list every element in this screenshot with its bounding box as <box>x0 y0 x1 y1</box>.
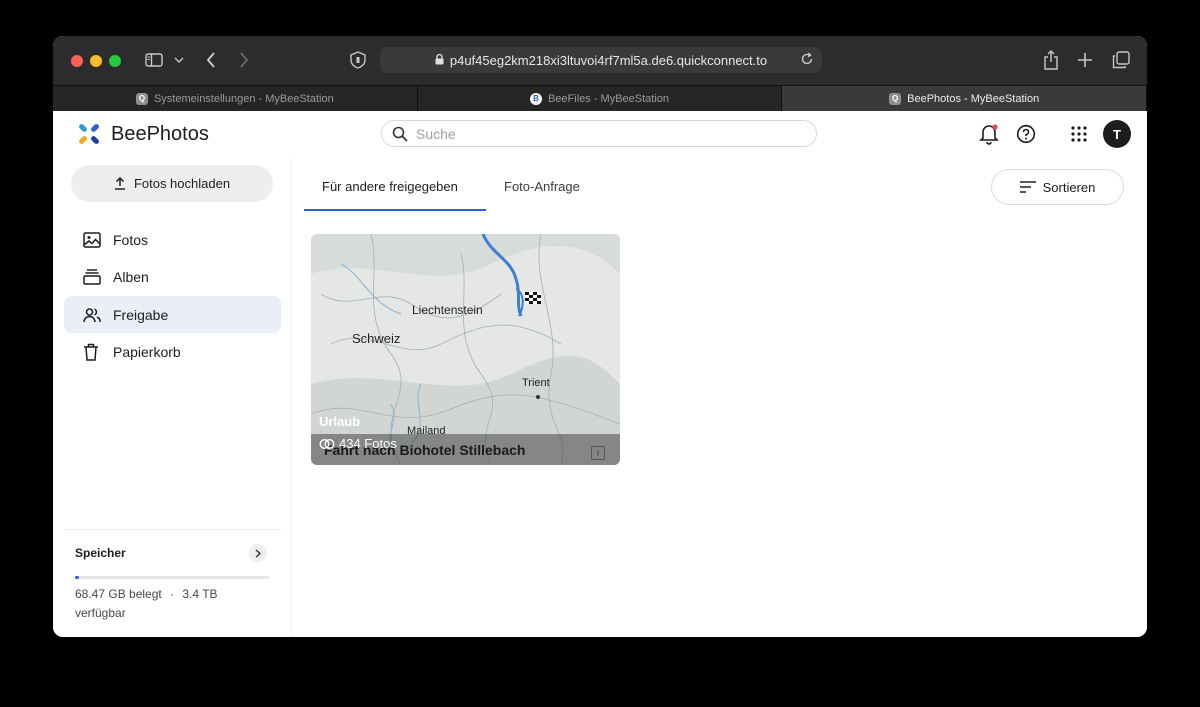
browser-window: p4uf45eg2km218xi3ltuvoi4rf7ml5a.de6.quic… <box>53 36 1147 637</box>
address-bar[interactable]: p4uf45eg2km218xi3ltuvoi4rf7ml5a.de6.quic… <box>380 47 822 73</box>
tab-label: BeePhotos - MyBeeStation <box>907 92 1040 105</box>
search-input[interactable] <box>414 124 798 143</box>
sort-icon <box>1019 181 1036 193</box>
album-icon <box>83 268 103 285</box>
reload-icon[interactable] <box>800 52 814 69</box>
forward-arrow-icon[interactable] <box>236 49 252 71</box>
url-text: p4uf45eg2km218xi3ltuvoi4rf7ml5a.de6.quic… <box>449 52 768 68</box>
active-tab-indicator <box>304 209 486 211</box>
sort-button[interactable]: Sortieren <box>991 169 1124 205</box>
album-title: Urlaub <box>319 414 361 429</box>
search-icon <box>392 126 408 142</box>
sidebar-toggle-icon[interactable] <box>143 49 165 71</box>
storage-progress-bar <box>75 576 269 579</box>
sidebar-item-fotos[interactable]: Fotos <box>64 221 281 258</box>
storage-used: 68.47 GB belegt <box>75 587 162 601</box>
tab-systemeinstellungen[interactable]: Q Systemeinstellungen - MyBeeStation <box>53 85 418 111</box>
storage-title: Speicher <box>75 546 126 560</box>
app-name: BeePhotos <box>111 122 209 145</box>
zoom-window-button[interactable] <box>109 55 121 67</box>
help-icon[interactable] <box>1014 122 1038 146</box>
tab-photo-request[interactable]: Foto-Anfrage <box>504 179 580 194</box>
share-icon[interactable] <box>1041 49 1061 71</box>
album-count: 434 Fotos <box>319 436 397 451</box>
q-icon: Q <box>135 92 148 105</box>
storage-separator: · <box>170 587 175 601</box>
lock-icon <box>435 53 444 68</box>
new-tab-icon[interactable] <box>1075 49 1095 71</box>
chevron-down-icon[interactable] <box>172 49 186 71</box>
upload-photos-button[interactable]: Fotos hochladen <box>71 165 273 202</box>
sidebar-border <box>291 158 292 637</box>
beephotos-app: BeePhotos T Fotos hochladen <box>53 111 1147 637</box>
shared-link-icon <box>319 438 335 449</box>
trash-icon <box>83 343 103 361</box>
close-window-button[interactable] <box>71 55 83 67</box>
bell-icon[interactable] <box>977 122 1001 146</box>
map-label: Liechtenstein <box>412 303 483 317</box>
map-thumbnail <box>311 234 620 465</box>
sidebar-item-label: Papierkorb <box>113 343 181 360</box>
storage-progress-fill <box>75 576 79 579</box>
sidebar-item-freigabe[interactable]: Freigabe <box>64 296 281 333</box>
tab-label: Systemeinstellungen - MyBeeStation <box>153 92 334 105</box>
title-bar: p4uf45eg2km218xi3ltuvoi4rf7ml5a.de6.quic… <box>53 36 1147 85</box>
apps-grid-icon[interactable] <box>1067 122 1091 146</box>
image-icon <box>83 231 103 248</box>
upload-icon <box>114 177 125 190</box>
back-arrow-icon[interactable] <box>203 49 219 71</box>
info-icon[interactable]: i <box>591 446 605 460</box>
tab-beephotos[interactable]: Q BeePhotos - MyBeeStation <box>782 85 1147 111</box>
beephotos-logo-icon <box>79 124 99 144</box>
finish-flag-icon <box>525 292 541 304</box>
upload-label: Fotos hochladen <box>133 176 231 191</box>
sidebar-item-label: Fotos <box>113 231 149 248</box>
sidebar-item-label: Alben <box>113 268 149 285</box>
minimize-window-button[interactable] <box>90 55 102 67</box>
people-icon <box>83 307 103 323</box>
beefiles-icon: B <box>529 92 542 105</box>
sidebar-item-label: Freigabe <box>113 306 169 323</box>
storage-info: 68.47 GB belegt · 3.4 TB verfügbar <box>75 585 265 623</box>
tab-overview-icon[interactable] <box>1111 49 1131 71</box>
tab-label: BeeFiles - MyBeeStation <box>547 92 670 105</box>
map-label: Schweiz <box>352 331 401 346</box>
map-label: Trient <box>522 377 550 389</box>
chevron-right-icon[interactable] <box>249 544 267 562</box>
avatar[interactable]: T <box>1103 120 1131 148</box>
tab-bar: Q Systemeinstellungen - MyBeeStation B B… <box>53 85 1147 111</box>
sidebar-item-alben[interactable]: Alben <box>64 258 281 295</box>
privacy-shield-icon[interactable] <box>347 49 369 71</box>
sort-label: Sortieren <box>1042 179 1096 195</box>
q-icon: Q <box>889 92 902 105</box>
search-bar[interactable] <box>381 120 817 147</box>
sidebar-divider <box>64 529 281 530</box>
tab-beefiles[interactable]: B BeeFiles - MyBeeStation <box>417 85 783 111</box>
album-count-label: 434 Fotos <box>339 436 397 451</box>
sidebar-item-papierkorb[interactable]: Papierkorb <box>64 333 281 370</box>
album-card[interactable]: Liechtenstein Schweiz Trient Mailand Fah… <box>311 234 620 465</box>
tab-shared-with-others[interactable]: Für andere freigegeben <box>322 179 458 194</box>
app-logo[interactable]: BeePhotos <box>75 120 209 148</box>
